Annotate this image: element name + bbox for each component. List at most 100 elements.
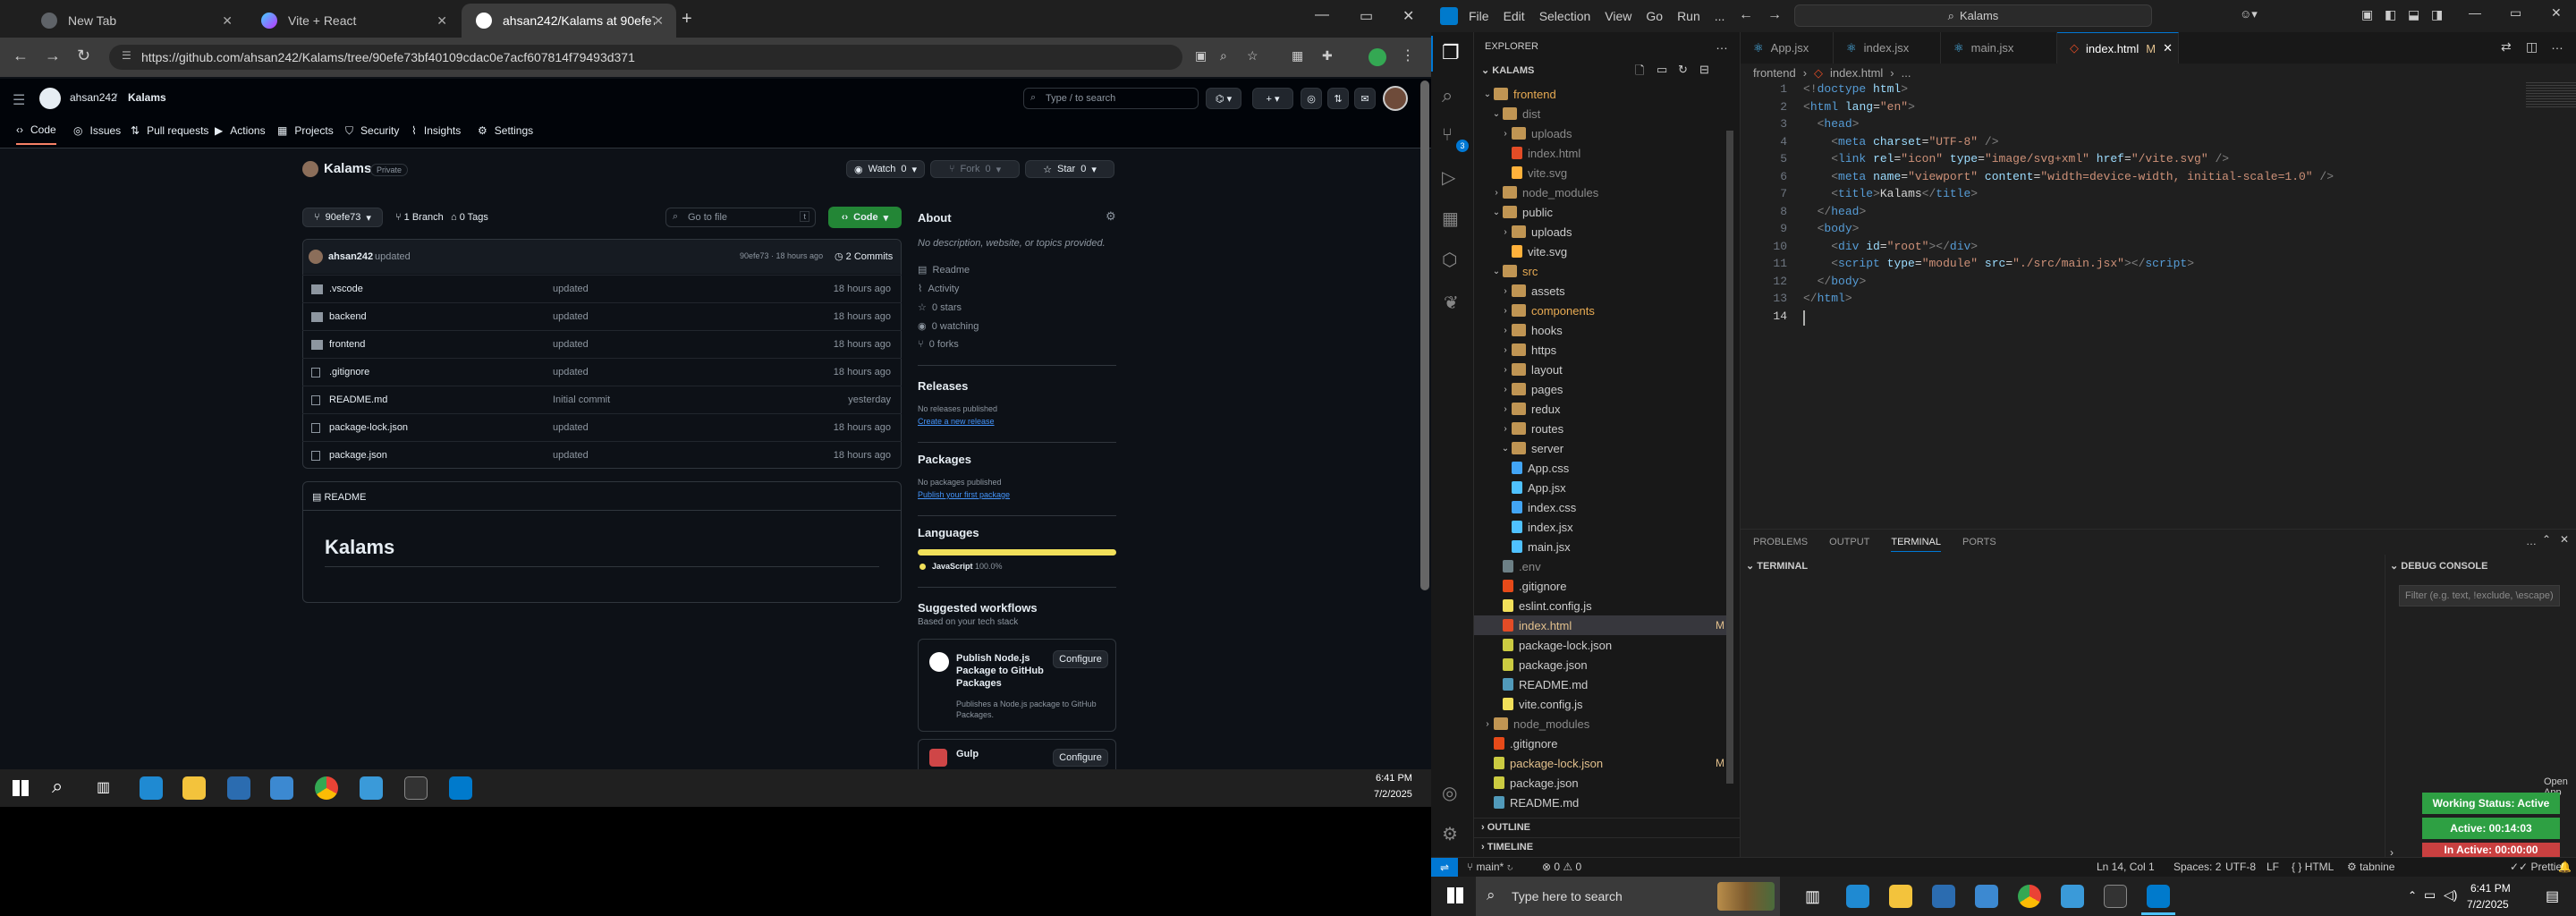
file-row[interactable]: README.md Initial commit yesterday xyxy=(302,386,902,413)
toggle-sidebar-icon[interactable]: ◧ xyxy=(2385,7,2396,22)
git-branch[interactable]: ⑂ main* ↻ xyxy=(1467,861,1513,873)
file-explorer-icon[interactable] xyxy=(182,776,206,800)
file-row[interactable]: .vscode updated 18 hours ago xyxy=(302,275,902,302)
terminal-section[interactable]: ⌄ TERMINAL xyxy=(1746,560,1808,572)
tree-folder[interactable]: ⌄ server xyxy=(1474,438,1733,458)
readme-link[interactable]: ▤ Readme xyxy=(918,264,970,276)
minimize-icon[interactable]: — xyxy=(1315,7,1329,23)
mail-icon[interactable] xyxy=(1975,885,1998,908)
tree-folder[interactable]: › routes xyxy=(1474,419,1733,438)
tab-settings[interactable]: ⚙ Settings xyxy=(478,116,533,145)
tab-main-jsx[interactable]: ⚛ main.jsx xyxy=(1941,32,2057,64)
windows-start-icon[interactable] xyxy=(13,780,29,796)
file-row[interactable]: package.json updated 18 hours ago xyxy=(302,441,902,469)
volume-icon[interactable]: ◁) xyxy=(2444,887,2457,903)
tree-file[interactable]: .env xyxy=(1474,556,1733,576)
menu-item[interactable]: Edit xyxy=(1504,9,1525,23)
menu-item[interactable]: File xyxy=(1469,9,1489,23)
tree-file[interactable]: README.md xyxy=(1474,793,1733,812)
code-line[interactable]: 8 </head> xyxy=(1741,205,1866,222)
tab-index-jsx[interactable]: ⚛ index.jsx xyxy=(1834,32,1941,64)
tabnine-indicator[interactable]: ⚙ tabnine xyxy=(2347,861,2394,873)
run-debug-icon[interactable]: ▷ xyxy=(1442,166,1455,189)
windows-start-icon[interactable] xyxy=(1447,887,1463,903)
commit-message[interactable]: Initial commit xyxy=(553,394,610,405)
puzzle-icon[interactable]: ✚ xyxy=(1322,48,1333,64)
cast-icon[interactable]: ▣ xyxy=(1195,48,1207,64)
eol[interactable]: LF xyxy=(2267,861,2279,873)
tree-folder[interactable]: ⌄ src xyxy=(1474,261,1733,281)
working-status-button[interactable]: Working Status: Active xyxy=(2422,793,2560,814)
tree-file[interactable]: vite.svg xyxy=(1474,242,1733,261)
manage-gear-icon[interactable]: ⚙ xyxy=(1442,823,1458,845)
more-actions-icon[interactable]: … xyxy=(2551,38,2563,52)
tree-folder[interactable]: › redux xyxy=(1474,399,1733,419)
language-mode[interactable]: { } HTML xyxy=(2292,861,2334,873)
vscode-taskbar-icon[interactable] xyxy=(2147,885,2170,908)
back-icon[interactable]: ← xyxy=(1739,7,1753,23)
reload-icon[interactable]: ↻ xyxy=(77,47,90,65)
notifications-icon[interactable]: 🔔 xyxy=(2558,861,2572,873)
tab-index-html[interactable]: ◇ index.html M ✕ xyxy=(2057,32,2179,64)
tree-file[interactable]: App.jsx xyxy=(1474,478,1733,497)
file-name[interactable]: .gitignore xyxy=(329,367,369,377)
watch-button[interactable]: ◉ Watch 0 ▾ xyxy=(846,160,925,178)
debug-filter-input[interactable]: Filter (e.g. text, !exclude, \escape) xyxy=(2399,585,2560,606)
collapse-all-icon[interactable]: ⊟ xyxy=(1699,63,1709,77)
tree-file[interactable]: App.css xyxy=(1474,458,1733,478)
back-icon[interactable]: ← xyxy=(13,47,29,65)
code-editor[interactable]: 1 <!doctype html> 2 <html lang="en"> 3 <head… xyxy=(1741,82,2510,351)
tab-issues[interactable]: ◎ Issues xyxy=(73,116,121,145)
tree-file[interactable]: vite.config.js xyxy=(1474,694,1733,714)
tab-pull-requests[interactable]: ⇅ Pull requests xyxy=(131,116,208,145)
commit-author[interactable]: ahsan242 xyxy=(328,251,373,262)
tab-app-jsx[interactable]: ⚛ App.jsx xyxy=(1741,32,1834,64)
pull-requests-icon[interactable]: ⇅ xyxy=(1327,88,1349,109)
breadcrumb-item[interactable]: ... xyxy=(1902,66,1911,81)
workspace-root[interactable]: ⌄ KALAMS xyxy=(1481,64,1534,76)
copilot-icon[interactable]: ☺▾ xyxy=(2240,7,2258,21)
active-time-button[interactable]: Active: 00:14:03 xyxy=(2422,818,2560,839)
customize-layout-icon[interactable]: ▣ xyxy=(2361,7,2373,22)
tree-folder[interactable]: › uploads xyxy=(1474,222,1733,242)
chevron-up-icon[interactable]: ⌃ xyxy=(2408,889,2417,902)
more-actions-icon[interactable]: … xyxy=(1716,38,1728,52)
tags-link[interactable]: ⌂ 0 Tags xyxy=(451,212,488,223)
forks-link[interactable]: ⑂ 0 forks xyxy=(918,339,959,350)
tree-file[interactable]: index.html M xyxy=(1474,615,1733,635)
github-search-input[interactable]: ⌕ Type / to search xyxy=(1023,88,1199,109)
task-view-icon[interactable]: ▥ xyxy=(97,778,110,796)
user-avatar[interactable] xyxy=(1383,86,1408,111)
clock-time[interactable]: 6:41 PM xyxy=(1376,773,1412,784)
extensions-icon[interactable]: ▦ xyxy=(1442,208,1459,230)
code-line[interactable]: 3 <head> xyxy=(1741,117,1859,134)
file-row[interactable]: frontend updated 18 hours ago xyxy=(302,330,902,358)
split-editor-icon[interactable]: ◫ xyxy=(2526,39,2538,55)
code-line[interactable]: 12 </body> xyxy=(1741,275,1866,292)
tab-actions[interactable]: ▶ Actions xyxy=(215,116,266,145)
terminal-icon[interactable] xyxy=(2104,885,2127,908)
search-icon[interactable]: ⌕ xyxy=(52,775,63,798)
file-name[interactable]: .vscode xyxy=(329,284,363,294)
tree-file[interactable]: index.css xyxy=(1474,497,1733,517)
code-line[interactable]: 9 <body> xyxy=(1741,222,1859,239)
tree-file[interactable]: package.json xyxy=(1474,773,1733,793)
clock-date[interactable]: 7/2/2025 xyxy=(1374,789,1412,800)
commit-message[interactable]: updated xyxy=(553,284,589,294)
copilot-button[interactable]: ⌬ ▾ xyxy=(1206,88,1241,109)
code-line[interactable]: 4 <meta charset="UTF-8" /> xyxy=(1741,135,1998,152)
tree-folder[interactable]: › assets xyxy=(1474,281,1733,301)
tree-folder[interactable]: › uploads xyxy=(1474,123,1733,143)
cursor-position[interactable]: Ln 14, Col 1 xyxy=(2097,861,2155,873)
tree-file[interactable]: .gitignore xyxy=(1474,576,1733,596)
chrome-icon[interactable] xyxy=(315,776,338,800)
configure-button[interactable]: Configure xyxy=(1053,749,1108,767)
explorer-scrollbar[interactable] xyxy=(1726,131,1733,784)
menu-item[interactable]: Run xyxy=(1677,9,1700,23)
create-new-button[interactable]: + ▾ xyxy=(1252,88,1293,109)
new-tab-icon[interactable]: + xyxy=(682,9,692,30)
store-icon[interactable] xyxy=(1932,885,1955,908)
profile-avatar-icon[interactable] xyxy=(1368,48,1386,66)
clock-date[interactable]: 7/2/2025 xyxy=(2467,898,2509,911)
panel-tab[interactable]: PORTS xyxy=(1962,537,1996,552)
